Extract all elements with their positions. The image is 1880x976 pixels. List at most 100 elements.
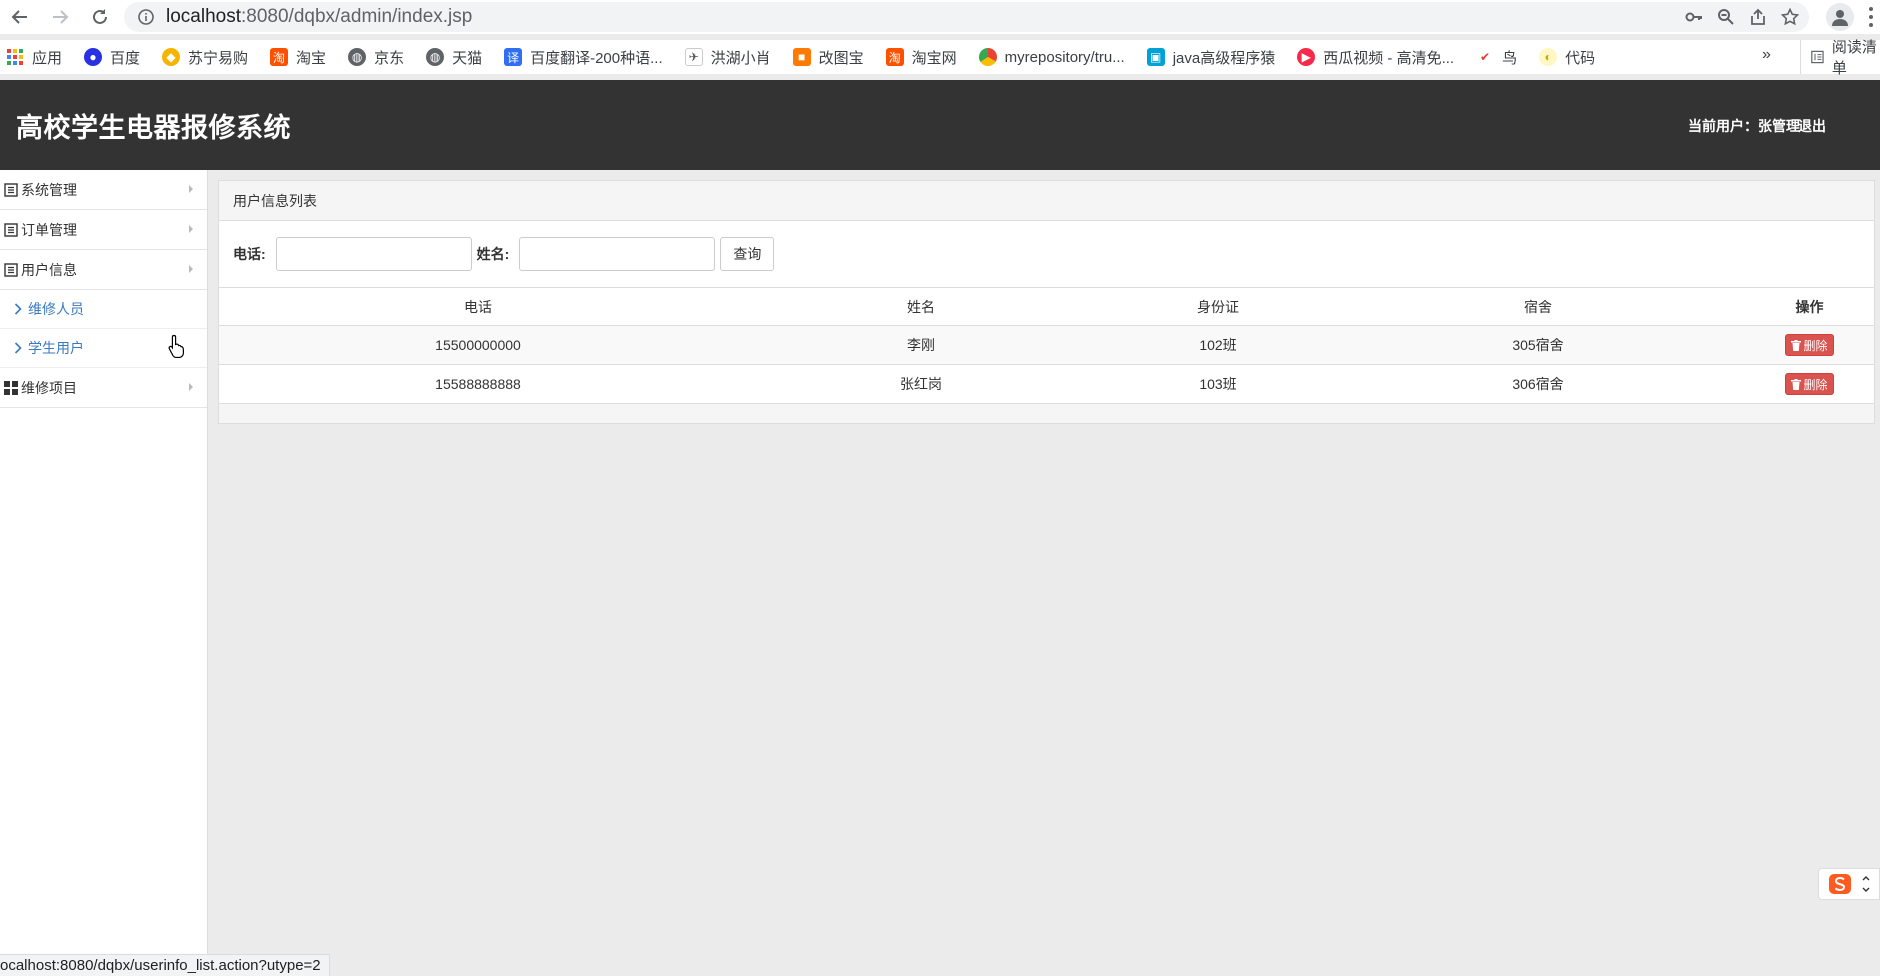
sidebar-item-users[interactable]: 用户信息	[0, 250, 207, 290]
bookmark-apps[interactable]: 应用	[6, 47, 62, 68]
taobao-icon: 淘	[270, 48, 289, 66]
suning-icon: ◆	[162, 48, 181, 66]
cell-phone: 15588888888	[435, 376, 521, 392]
sidebar-item-repair-projects[interactable]: 维修项目	[0, 368, 207, 408]
delete-button[interactable]: 删除	[1785, 334, 1834, 356]
phone-input[interactable]	[275, 237, 472, 271]
bird-icon: ✈	[684, 48, 703, 66]
reload-button[interactable]	[80, 0, 120, 34]
bookmark-gaitubao[interactable]: ■ 改图宝	[792, 47, 864, 68]
baidu-paw-icon: ●	[84, 48, 103, 66]
url-host: localhost	[166, 6, 241, 27]
cell-dorm: 305宿舍	[1512, 337, 1564, 353]
bookmark-label: 淘宝	[296, 49, 327, 67]
bookmark-label: 百度	[110, 49, 141, 67]
globe-icon: ◍	[426, 48, 445, 66]
arrow-left-icon	[11, 10, 27, 24]
bookmark-label: 西瓜视频 - 高清免...	[1323, 49, 1455, 67]
bookmarks-bar: 应用 ● 百度 ◆ 苏宁易购 淘 淘宝 ◍ 京东 ◍ 天猫 译 百度翻译-200…	[0, 40, 1880, 74]
omnibox[interactable]: localhost:8080/dqbx/admin/index.jsp	[124, 2, 1809, 32]
sidebar: 系统管理 订单管理 用户信息 维修人员 学生用户 维修项目	[0, 170, 208, 976]
list-icon	[4, 262, 18, 277]
bookmark-baidu-fanyi[interactable]: 译 百度翻译-200种语...	[504, 47, 663, 68]
bookmark-label: 苏宁易购	[188, 49, 249, 67]
bookmark-suning[interactable]: ◆ 苏宁易购	[162, 47, 248, 68]
bookmarks-more-button[interactable]: »	[1762, 46, 1771, 64]
sogou-ime-icon	[1829, 874, 1851, 894]
sidebar-item-system[interactable]: 系统管理	[0, 170, 207, 210]
delete-label: 删除	[1803, 338, 1828, 353]
reload-icon	[93, 9, 107, 24]
sidebar-item-label: 订单管理	[21, 221, 77, 238]
bookmark-taobao[interactable]: 淘 淘宝	[270, 47, 326, 68]
ime-widget[interactable]	[1818, 868, 1880, 900]
code-icon: ◐	[1539, 48, 1558, 66]
bookmark-code[interactable]: ◐ 代码	[1539, 47, 1595, 68]
caret-right-icon	[189, 383, 193, 391]
logout-link[interactable]: 退出	[1798, 116, 1826, 136]
bookmark-taobao-net[interactable]: 淘 淘宝网	[885, 47, 957, 68]
column-header-dorm: 宿舍	[1524, 298, 1552, 315]
bookmark-label: 代码	[1565, 49, 1596, 67]
info-icon	[138, 9, 154, 25]
cell-name: 张红岗	[900, 376, 942, 392]
search-form: 电话: 姓名: 查询	[233, 237, 775, 271]
xigua-icon: ▶	[1297, 48, 1316, 66]
cell-phone: 15500000000	[435, 337, 521, 353]
image-tool-icon: ■	[792, 48, 811, 66]
grid-icon	[4, 380, 18, 395]
column-header-id-card: 身份证	[1197, 298, 1239, 315]
key-icon[interactable]	[1685, 8, 1703, 26]
caret-right-icon	[189, 265, 193, 273]
query-button[interactable]: 查询	[720, 237, 775, 271]
bookmark-tmall[interactable]: ◍ 天猫	[426, 47, 482, 68]
user-list-panel: 用户信息列表 电话: 姓名: 查询 电话 姓名 身份证 宿舍 操作 155000…	[218, 180, 1875, 424]
bookmark-label: 洪湖小肖	[710, 49, 771, 67]
user-table: 电话 姓名 身份证 宿舍 操作 15500000000 李刚 102班 305宿…	[219, 287, 1874, 403]
app-header: 高校学生电器报修系统 当前用户：张管理 退出	[0, 80, 1880, 170]
sidebar-item-label: 系统管理	[21, 181, 77, 198]
bookmark-myrepository[interactable]: myrepository/tru...	[978, 48, 1125, 66]
sidebar-item-orders[interactable]: 订单管理	[0, 210, 207, 250]
reading-list-button[interactable]: 阅读清单	[1800, 39, 1880, 77]
reading-list-label: 阅读清单	[1831, 39, 1877, 77]
trash-icon	[1791, 378, 1802, 390]
column-header-phone: 电话	[464, 298, 492, 315]
bookmark-jd[interactable]: ◍ 京东	[348, 47, 404, 68]
bookmark-label: 淘宝网	[911, 49, 957, 67]
bookmark-honghu[interactable]: ✈ 洪湖小肖	[684, 47, 771, 68]
omnibox-actions	[1685, 2, 1799, 32]
sidebar-item-label: 维修项目	[21, 379, 77, 396]
cell-dorm: 306宿舍	[1512, 376, 1564, 392]
translate-icon: 译	[504, 48, 523, 66]
zoom-icon[interactable]	[1717, 8, 1735, 26]
reading-list-icon	[1811, 50, 1824, 64]
bookmark-niao[interactable]: ✔ 鸟	[1476, 47, 1517, 68]
back-button[interactable]	[0, 0, 40, 34]
cell-action: 删除	[1745, 373, 1874, 395]
taobao-icon: 淘	[885, 48, 904, 66]
sidebar-subitem-label: 学生用户	[28, 340, 84, 356]
arrow-right-icon	[53, 10, 69, 24]
phone-label: 电话:	[233, 246, 266, 262]
forward-button[interactable]	[40, 0, 80, 34]
bookmark-baidu[interactable]: ● 百度	[84, 47, 140, 68]
delete-button[interactable]: 删除	[1785, 373, 1834, 395]
column-header-name: 姓名	[907, 298, 935, 315]
chrome-icon	[978, 48, 997, 66]
column-header-action: 操作	[1795, 298, 1824, 315]
star-icon[interactable]	[1781, 8, 1799, 26]
bookmark-java[interactable]: ▣ java高级程序猿	[1146, 47, 1276, 68]
profile-avatar[interactable]	[1826, 3, 1854, 31]
more-vert-icon[interactable]	[1868, 4, 1874, 30]
name-input[interactable]	[519, 237, 716, 271]
hand-cursor-icon	[168, 334, 184, 358]
cell-id-card: 102班	[1199, 337, 1237, 353]
share-icon[interactable]	[1749, 8, 1767, 26]
bookmark-label: myrepository/tru...	[1004, 48, 1125, 66]
bookmark-label: 应用	[32, 49, 63, 67]
bookmark-label: java高级程序猿	[1172, 49, 1276, 67]
cell-name: 李刚	[907, 337, 935, 353]
bookmark-xigua[interactable]: ▶ 西瓜视频 - 高清免...	[1297, 47, 1454, 68]
sidebar-subitem-repairers[interactable]: 维修人员	[0, 290, 207, 329]
